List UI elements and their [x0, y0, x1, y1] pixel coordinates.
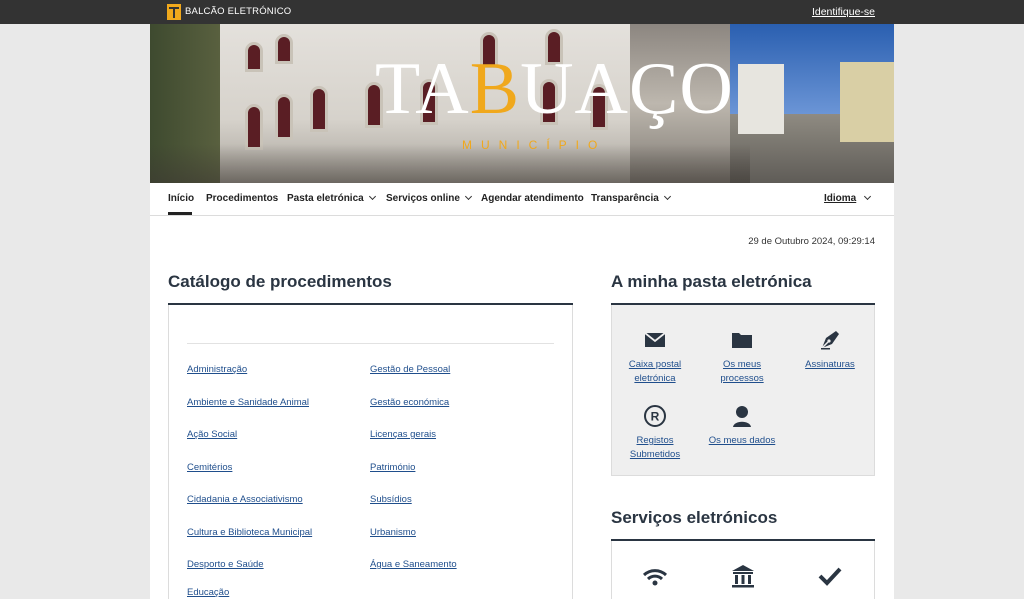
- svg-text:R: R: [651, 410, 660, 424]
- tile-label-line: Assinaturas: [805, 359, 855, 370]
- tile-label: Assinaturas: [787, 358, 873, 372]
- wordmark-accent: B: [469, 48, 521, 130]
- catalog-link[interactable]: Ação Social: [187, 429, 237, 440]
- hero-house: [738, 64, 784, 134]
- top-bar: BALCÃO ELETRÓNICO Identifique-se: [0, 0, 1024, 24]
- nav-transparencia[interactable]: Transparência: [591, 192, 671, 204]
- hero-house-yellow: [840, 62, 894, 142]
- tile-registos-submetidos[interactable]: R Registos Submetidos: [612, 404, 698, 462]
- pasta-title: A minha pasta eletrónica: [611, 272, 812, 291]
- hero-window: [275, 94, 293, 140]
- user-icon: [733, 406, 751, 427]
- chevron-down-icon: [663, 192, 671, 201]
- catalog-link[interactable]: Gestão económica: [370, 397, 449, 408]
- tile-label-line: Caixa postal: [628, 359, 682, 370]
- catalog-link[interactable]: Património: [370, 462, 415, 473]
- nav-servicos-online[interactable]: Serviços online: [386, 192, 472, 204]
- main-nav: Início Procedimentos Pasta eletrónica Se…: [150, 183, 894, 216]
- tile-caixa-postal[interactable]: Caixa postal eletrónica: [612, 328, 698, 386]
- municipality-logo-icon: [167, 4, 181, 20]
- wordmark-part: TA: [375, 48, 470, 130]
- catalog-link[interactable]: Urbanismo: [370, 527, 416, 538]
- wordmark-part: UAÇO: [520, 48, 734, 130]
- tile-label-line: Submetidos: [629, 449, 681, 460]
- catalog-link[interactable]: Cultura e Biblioteca Municipal: [187, 527, 312, 538]
- catalog-link[interactable]: Desporto e Saúde: [187, 559, 264, 570]
- catalog-panel: [168, 305, 573, 599]
- catalog-link[interactable]: Cemitérios: [187, 462, 232, 473]
- catalog-divider: [187, 343, 554, 344]
- tile-label-line: Os meus dados: [708, 435, 776, 446]
- nav-inicio[interactable]: Início: [168, 193, 194, 204]
- hero-window: [245, 42, 263, 72]
- catalog-link[interactable]: Licenças gerais: [370, 429, 436, 440]
- registered-icon: R: [644, 405, 666, 427]
- tile-meus-dados[interactable]: Os meus dados: [699, 404, 785, 448]
- municipality-wordmark: TABUAÇO: [375, 52, 734, 126]
- pen-nib-icon: [821, 331, 839, 350]
- hero-window: [275, 34, 293, 64]
- active-tab-indicator: [168, 212, 192, 215]
- nav-agendar-atendimento[interactable]: Agendar atendimento: [481, 193, 584, 204]
- portal-brand: BALCÃO ELETRÓNICO: [185, 6, 292, 17]
- tile-label-line: Os meus: [722, 359, 761, 370]
- tile-label-line: eletrónica: [634, 373, 676, 384]
- nav-label: Início: [168, 193, 195, 204]
- current-datetime: 29 de Outubro 2024, 09:29:14: [748, 236, 875, 247]
- envelope-icon: [644, 332, 666, 347]
- services-title: Serviços eletrónicos: [611, 508, 778, 527]
- chevron-down-icon: [368, 192, 376, 201]
- tile-label: Caixa postal eletrónica: [612, 358, 698, 386]
- tile-label-line: processos: [720, 373, 764, 384]
- hero-window: [310, 86, 328, 132]
- catalog-link[interactable]: Ambiente e Sanidade Animal: [187, 397, 309, 408]
- chevron-down-icon: [464, 192, 472, 201]
- nav-label: Agendar atendimento: [481, 193, 584, 204]
- nav-label: Pasta eletrónica: [287, 193, 364, 204]
- catalog-link[interactable]: Administração: [187, 364, 247, 375]
- hero-banner: TABUAÇO MUNICÍPIO: [150, 24, 894, 183]
- chevron-down-icon: [864, 192, 872, 201]
- nav-label: Procedimentos: [206, 193, 279, 204]
- tile-label: Registos Submetidos: [612, 434, 698, 462]
- nav-label: Transparência: [591, 193, 659, 204]
- tile-label: Os meus processos: [699, 358, 785, 386]
- catalog-title: Catálogo de procedimentos: [168, 272, 392, 291]
- language-label: Idioma: [824, 193, 857, 204]
- tile-assinaturas[interactable]: Assinaturas: [787, 328, 873, 372]
- catalog-link[interactable]: Água e Saneamento: [370, 559, 457, 570]
- catalog-link[interactable]: Cidadania e Associativismo: [187, 494, 303, 505]
- nav-label: Serviços online: [386, 193, 460, 204]
- folder-icon: [732, 333, 752, 348]
- tile-meus-processos[interactable]: Os meus processos: [699, 328, 785, 386]
- bank-icon[interactable]: [730, 563, 756, 589]
- tile-label-line: Registos: [636, 435, 674, 446]
- login-link[interactable]: Identifique-se: [812, 6, 875, 18]
- nav-procedimentos[interactable]: Procedimentos: [206, 193, 278, 204]
- language-selector[interactable]: Idioma: [824, 192, 872, 204]
- checkmark-icon[interactable]: [817, 563, 843, 589]
- wifi-icon[interactable]: [642, 563, 668, 589]
- tile-label: Os meus dados: [699, 434, 785, 448]
- nav-pasta-eletronica[interactable]: Pasta eletrónica: [287, 192, 376, 204]
- catalog-link[interactable]: Educação: [187, 587, 229, 598]
- wordmark-subtitle: MUNICÍPIO: [462, 138, 607, 152]
- catalog-link[interactable]: Gestão de Pessoal: [370, 364, 450, 375]
- hero-shadow: [150, 144, 750, 183]
- catalog-link[interactable]: Subsídios: [370, 494, 412, 505]
